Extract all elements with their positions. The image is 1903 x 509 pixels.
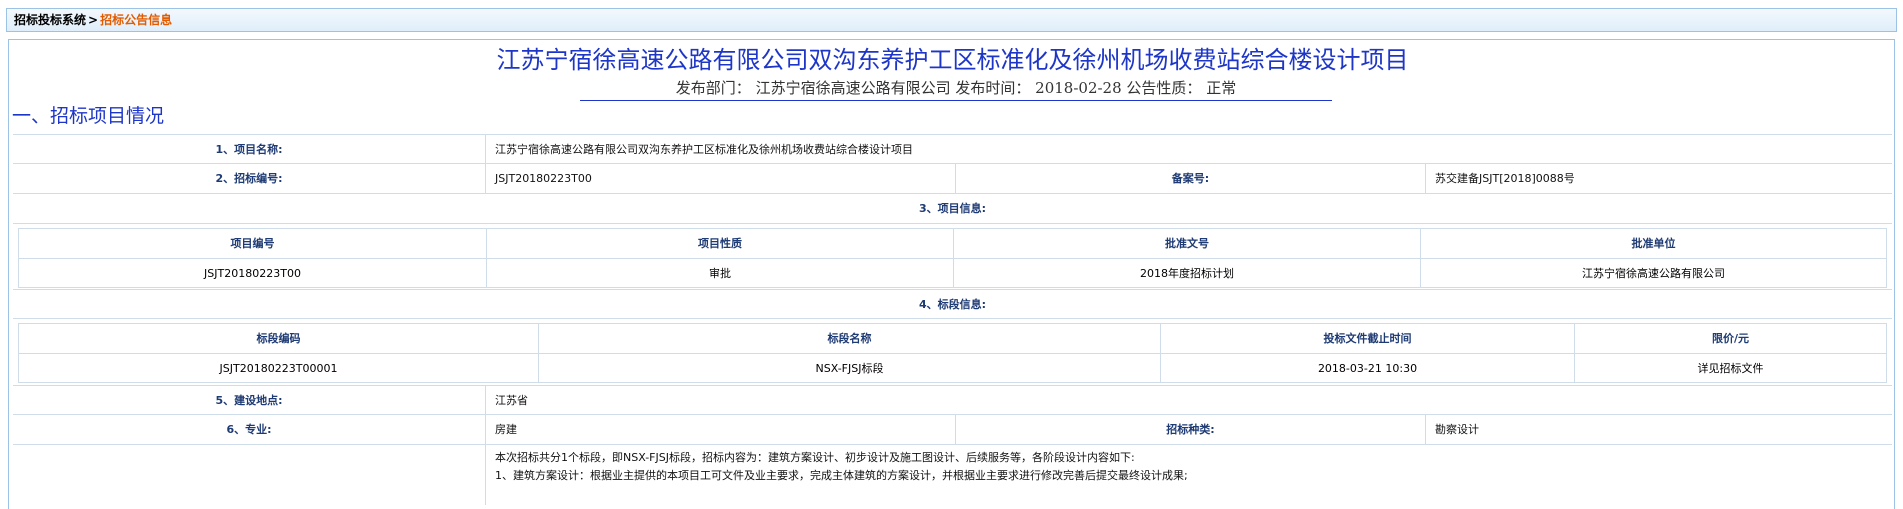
location-label: 5、建设地点: xyxy=(215,394,283,407)
section-table-cell: 2018-03-21 10:30 xyxy=(1160,354,1574,383)
section-table-cell: NSX-FJSJ标段 xyxy=(538,354,1160,383)
description-label xyxy=(13,445,485,505)
description-line: 本次招标共分1个标段，即NSX-FJSJ标段，招标内容为：建筑方案设计、初步设计… xyxy=(495,451,1135,464)
project-table-cell: JSJT20180223T00 xyxy=(204,267,301,280)
record-no-value: 苏交建备JSJT[2018]0088号 xyxy=(1425,164,1892,194)
breadcrumb-current: 招标公告信息 xyxy=(100,13,173,27)
project-table-header: 项目编号 项目性质 批准文号 批准单位 xyxy=(19,229,1886,258)
publish-meta: 发布部门： 江苏宁宿徐高速公路有限公司 发布时间： 2018-02-28 公告性… xyxy=(580,77,1332,101)
project-info-label: 3、项目信息: xyxy=(918,202,987,215)
project-table-header-cell: 批准文号 xyxy=(953,229,1420,258)
section-table-header-cell: 标段编码 xyxy=(256,332,301,345)
publish-time: 2018-02-28 xyxy=(1035,79,1122,97)
section-table-row: JSJT20180223T00001 NSX-FJSJ标段 2018-03-21… xyxy=(19,353,1886,383)
project-table-header-cell: 批准单位 xyxy=(1420,229,1886,258)
breadcrumb-separator: > xyxy=(88,13,99,27)
description-line: 1、建筑方案设计：根据业主提供的本项目工可文件及业主要求，完成主体建筑的方案设计… xyxy=(495,469,1188,482)
bid-type-value: 勘察设计 xyxy=(1425,415,1892,445)
breadcrumb-root[interactable]: 招标投标系统 xyxy=(14,13,86,27)
project-table-cell: 审批 xyxy=(486,259,953,288)
bid-no-label: 2、招标编号: xyxy=(215,172,283,185)
row-section-info-label: 4、标段信息: xyxy=(13,289,1892,319)
row-location: 5、建设地点: 江苏省 xyxy=(13,385,1892,415)
project-table-header-cell: 项目性质 xyxy=(486,229,953,258)
project-table-header-cell: 项目编号 xyxy=(230,237,275,250)
row-project-table: 项目编号 项目性质 批准文号 批准单位 JSJT20180223T00 审批 2… xyxy=(13,223,1892,290)
specialty-value: 房建 xyxy=(485,415,955,445)
section-table-header-cell: 标段名称 xyxy=(538,324,1160,353)
section-info-label: 4、标段信息: xyxy=(918,298,987,311)
section-title: 一、招标项目情况 xyxy=(12,105,165,127)
section-table-header-cell: 限价/元 xyxy=(1574,324,1886,353)
section-table-cell: 详见招标文件 xyxy=(1574,354,1886,383)
row-bid-no: 2、招标编号: JSJT20180223T00 备案号: 苏交建备JSJT[20… xyxy=(13,163,1892,194)
section-table-cell: JSJT20180223T00001 xyxy=(219,362,338,375)
section-table: 标段编码 标段名称 投标文件截止时间 限价/元 JSJT20180223T000… xyxy=(18,323,1887,383)
location-value: 江苏省 xyxy=(485,386,1892,415)
page-title: 江苏宁宿徐高速公路有限公司双沟东养护工区标准化及徐州机场收费站综合楼设计项目 xyxy=(496,46,1409,74)
project-name-label: 1、项目名称: xyxy=(215,143,283,156)
specialty-label: 6、专业: xyxy=(226,423,272,436)
description-value: 本次招标共分1个标段，即NSX-FJSJ标段，招标内容为：建筑方案设计、初步设计… xyxy=(485,445,1892,505)
breadcrumb: 招标投标系统 > 招标公告信息 xyxy=(6,8,1897,32)
row-specialty: 6、专业: 房建 招标种类: 勘察设计 xyxy=(13,414,1892,445)
row-description: 本次招标共分1个标段，即NSX-FJSJ标段，招标内容为：建筑方案设计、初步设计… xyxy=(13,444,1892,505)
bid-type-label: 招标种类: xyxy=(955,415,1425,445)
project-name-value: 江苏宁宿徐高速公路有限公司双沟东养护工区标准化及徐州机场收费站综合楼设计项目 xyxy=(485,135,1892,164)
row-section-table: 标段编码 标段名称 投标文件截止时间 限价/元 JSJT20180223T000… xyxy=(13,318,1892,386)
project-table-cell: 2018年度招标计划 xyxy=(953,259,1420,288)
notice-nature-label: 公告性质： xyxy=(1126,79,1202,97)
section-table-header-cell: 投标文件截止时间 xyxy=(1160,324,1574,353)
project-table-cell: 江苏宁宿徐高速公路有限公司 xyxy=(1420,259,1886,288)
row-project-info-label: 3、项目信息: xyxy=(13,193,1892,224)
notice-nature: 正常 xyxy=(1206,79,1237,97)
bid-no-value: JSJT20180223T00 xyxy=(485,164,955,194)
project-table: 项目编号 项目性质 批准文号 批准单位 JSJT20180223T00 审批 2… xyxy=(18,228,1887,288)
publish-dept: 江苏宁宿徐高速公路有限公司 xyxy=(755,79,951,97)
record-no-label: 备案号: xyxy=(955,164,1425,194)
publish-dept-label: 发布部门： xyxy=(675,79,751,97)
project-table-row: JSJT20180223T00 审批 2018年度招标计划 江苏宁宿徐高速公路有… xyxy=(19,258,1886,288)
row-project-name: 1、项目名称: 江苏宁宿徐高速公路有限公司双沟东养护工区标准化及徐州机场收费站综… xyxy=(13,134,1892,164)
publish-time-label: 发布时间： xyxy=(955,79,1031,97)
section-table-header: 标段编码 标段名称 投标文件截止时间 限价/元 xyxy=(19,324,1886,353)
notice-panel: 江苏宁宿徐高速公路有限公司双沟东养护工区标准化及徐州机场收费站综合楼设计项目 发… xyxy=(8,39,1895,509)
